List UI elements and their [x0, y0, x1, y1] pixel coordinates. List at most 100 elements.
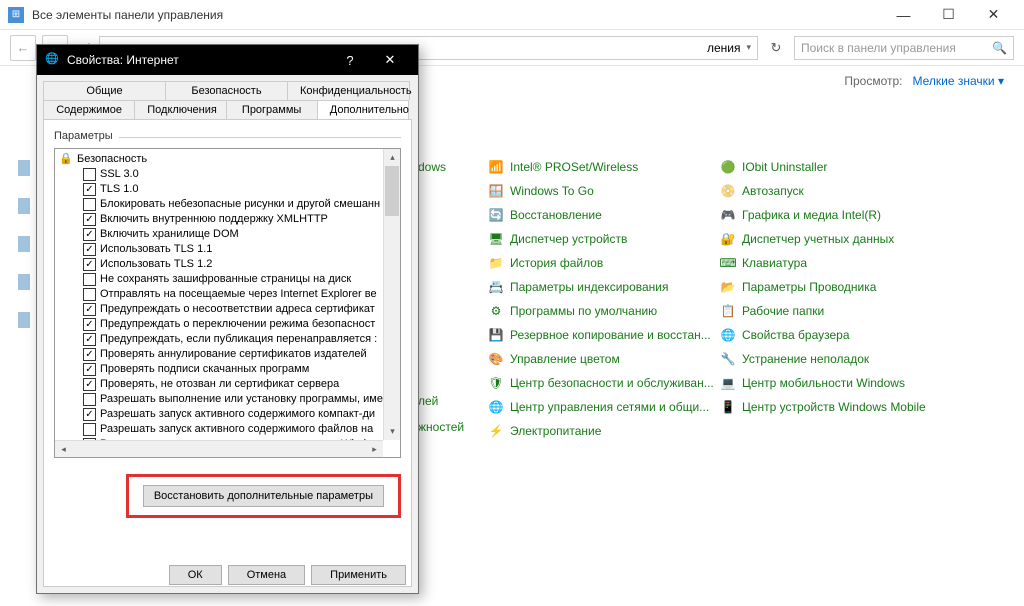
cp-cut-item[interactable] [418, 209, 464, 229]
checkbox[interactable] [83, 213, 96, 226]
checkbox[interactable] [83, 393, 96, 406]
cp-item[interactable]: ⚙Программы по умолчанию [488, 301, 714, 321]
minimize-button[interactable]: — [881, 1, 926, 29]
cp-cut-item[interactable]: dows [418, 157, 464, 177]
checkbox[interactable] [83, 408, 96, 421]
setting-option[interactable]: Использовать TLS 1.1 [59, 242, 396, 257]
cp-item[interactable]: 🎮Графика и медиа Intel(R) [720, 205, 926, 225]
cp-item[interactable]: 🎨Управление цветом [488, 349, 714, 369]
cp-item[interactable]: 🌐Центр управления сетями и общи... [488, 397, 714, 417]
setting-option[interactable]: SSL 3.0 [59, 167, 396, 182]
cp-item[interactable]: 🪟Windows To Go [488, 181, 714, 201]
setting-option[interactable]: Использовать TLS 1.2 [59, 257, 396, 272]
cp-cut-item[interactable]: жностей [418, 417, 464, 437]
setting-option[interactable]: Блокировать небезопасные рисунки и друго… [59, 197, 396, 212]
dlg-tab[interactable]: Программы [226, 100, 318, 119]
apply-button[interactable]: Применить [311, 565, 406, 585]
checkbox[interactable] [83, 318, 96, 331]
cp-cut-item[interactable] [418, 183, 464, 203]
cp-item[interactable]: 🌐Свойства браузера [720, 325, 926, 345]
setting-option[interactable]: Включить внутреннюю поддержку XMLHTTP [59, 212, 396, 227]
horizontal-scrollbar[interactable]: ◂ ▸ [55, 440, 383, 457]
cp-cut-item[interactable] [418, 261, 464, 281]
help-button[interactable]: ? [330, 46, 370, 74]
cp-item[interactable]: 💻Центр мобильности Windows [720, 373, 926, 393]
setting-option[interactable]: Предупреждать о несоответствии адреса се… [59, 302, 396, 317]
scroll-left-arrow[interactable]: ◂ [55, 441, 72, 458]
setting-option[interactable]: Разрешать запуск активного содержимого к… [59, 407, 396, 422]
cp-item[interactable]: 📋Рабочие папки [720, 301, 926, 321]
scroll-right-arrow[interactable]: ▸ [366, 441, 383, 458]
cp-item[interactable]: 🛡Центр безопасности и обслуживан... [488, 373, 714, 393]
checkbox[interactable] [83, 423, 96, 436]
cp-item[interactable]: 📱Центр устройств Windows Mobile [720, 397, 926, 417]
scroll-up-arrow[interactable]: ▴ [384, 149, 401, 166]
cp-item[interactable]: ⌨Клавиатура [720, 253, 926, 273]
restore-advanced-button[interactable]: Восстановить дополнительные параметры [143, 485, 384, 507]
dlg-titlebar[interactable]: 🌐 Свойства: Интернет ? ✕ [37, 45, 418, 75]
back-button[interactable]: ← [10, 35, 36, 61]
scroll-thumb[interactable] [385, 166, 399, 216]
cp-item[interactable]: 🔐Диспетчер учетных данных [720, 229, 926, 249]
vertical-scrollbar[interactable]: ▴ ▾ [383, 149, 400, 440]
checkbox[interactable] [83, 228, 96, 241]
setting-option[interactable]: Не сохранять зашифрованные страницы на д… [59, 272, 396, 287]
setting-option[interactable]: Предупреждать, если публикация перенапра… [59, 332, 396, 347]
cp-item[interactable]: 💾Резервное копирование и восстан... [488, 325, 714, 345]
cp-cut-item[interactable] [418, 235, 464, 255]
setting-option[interactable]: Разрешать выполнение или установку прогр… [59, 392, 396, 407]
setting-option[interactable]: Предупреждать о переключении режима безо… [59, 317, 396, 332]
setting-option[interactable]: TLS 1.0 [59, 182, 396, 197]
dlg-tab[interactable]: Дополнительно [317, 100, 409, 119]
cp-titlebar[interactable]: ⊞ Все элементы панели управления — ☐ ✕ [0, 0, 1024, 30]
setting-option[interactable]: Проверять подписи скачанных программ [59, 362, 396, 377]
checkbox[interactable] [83, 303, 96, 316]
setting-option[interactable]: Отправлять на посещаемые через Internet … [59, 287, 396, 302]
ok-button[interactable]: ОК [169, 565, 222, 585]
close-button[interactable]: ✕ [971, 1, 1016, 29]
checkbox[interactable] [83, 243, 96, 256]
setting-option[interactable]: Проверять, не отозван ли сертификат серв… [59, 377, 396, 392]
cp-cut-item[interactable] [418, 339, 464, 359]
checkbox[interactable] [83, 333, 96, 346]
cp-item[interactable]: 🖥Диспетчер устройств [488, 229, 714, 249]
settings-tree[interactable]: 🔒 Безопасность SSL 3.0TLS 1.0Блокировать… [54, 148, 401, 458]
dlg-tab[interactable]: Общие [43, 81, 166, 100]
address-dropdown-icon[interactable]: ▾ [746, 42, 751, 53]
cp-cut-item[interactable] [418, 443, 464, 463]
cp-item[interactable]: 📁История файлов [488, 253, 714, 273]
scroll-down-arrow[interactable]: ▾ [384, 423, 401, 440]
checkbox[interactable] [83, 258, 96, 271]
view-mode-link[interactable]: Мелкие значки ▾ [913, 74, 1004, 88]
checkbox[interactable] [83, 273, 96, 286]
cp-item[interactable]: 🟢IObit Uninstaller [720, 157, 926, 177]
search-box[interactable]: Поиск в панели управления 🔍 [794, 36, 1014, 60]
cancel-button[interactable]: Отмена [228, 565, 305, 585]
checkbox[interactable] [83, 288, 96, 301]
cp-item[interactable]: 🔧Устранение неполадок [720, 349, 926, 369]
checkbox[interactable] [83, 168, 96, 181]
checkbox[interactable] [83, 348, 96, 361]
dlg-tab[interactable]: Конфиденциальность [287, 81, 410, 100]
dlg-tab[interactable]: Содержимое [43, 100, 135, 119]
cp-item[interactable]: 📂Параметры Проводника [720, 277, 926, 297]
refresh-button[interactable]: ↻ [764, 36, 788, 60]
checkbox[interactable] [83, 378, 96, 391]
setting-option[interactable]: Разрешать запуск активного содержимого ф… [59, 422, 396, 437]
cp-item[interactable]: 🔄Восстановление [488, 205, 714, 225]
dlg-tab[interactable]: Безопасность [165, 81, 288, 100]
cp-item[interactable]: ⚡Электропитание [488, 421, 714, 441]
maximize-button[interactable]: ☐ [926, 1, 971, 29]
cp-cut-item[interactable] [418, 287, 464, 307]
cp-item[interactable]: 📶Intel® PROSet/Wireless [488, 157, 714, 177]
setting-option[interactable]: Включить хранилище DOM [59, 227, 396, 242]
cp-cut-item[interactable]: лей [418, 391, 464, 411]
checkbox[interactable] [83, 363, 96, 376]
dlg-tab[interactable]: Подключения [134, 100, 226, 119]
cp-cut-item[interactable] [418, 469, 464, 489]
checkbox[interactable] [83, 183, 96, 196]
cp-cut-item[interactable] [418, 365, 464, 385]
checkbox[interactable] [83, 198, 96, 211]
setting-option[interactable]: Проверять аннулирование сертификатов изд… [59, 347, 396, 362]
cp-item[interactable]: 📀Автозапуск [720, 181, 926, 201]
